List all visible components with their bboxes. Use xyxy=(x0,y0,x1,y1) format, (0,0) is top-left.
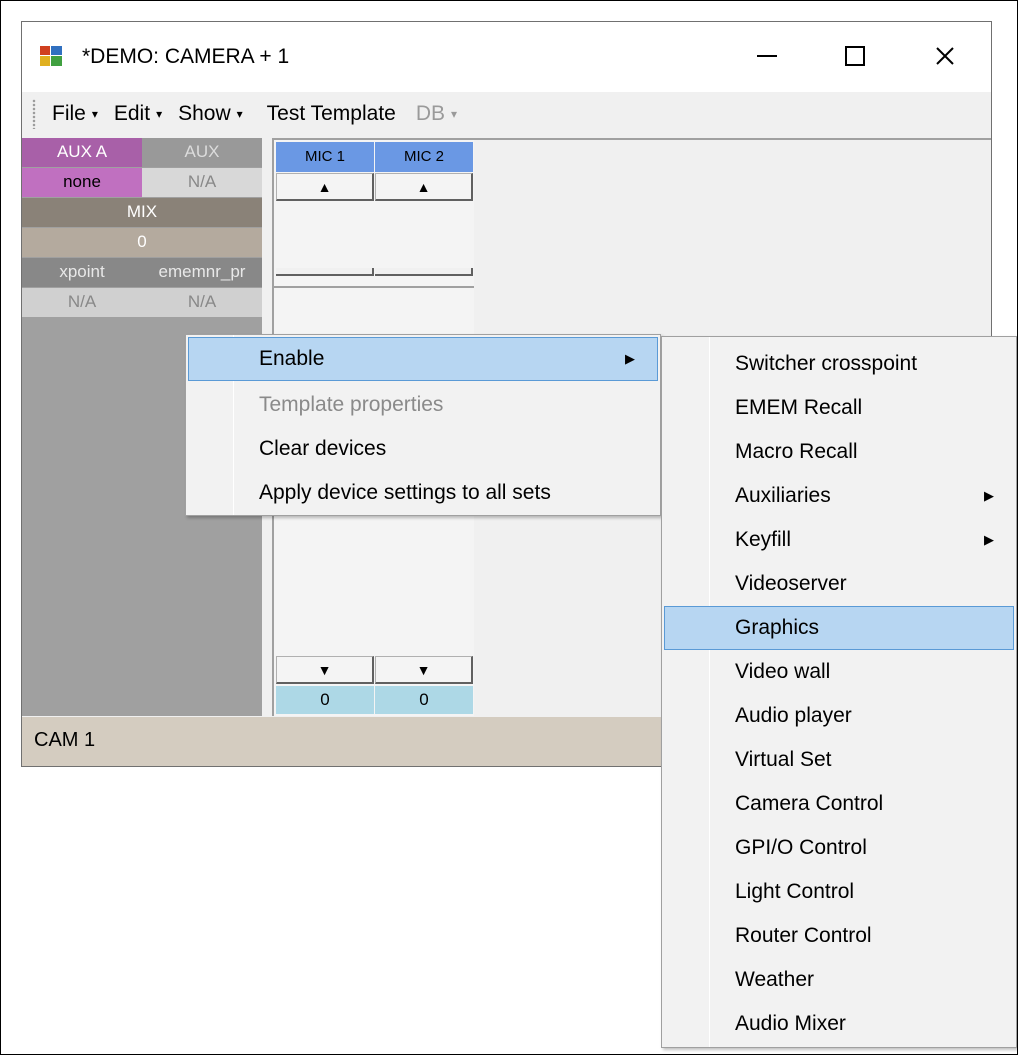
enable-submenu: Switcher crosspoint EMEM Recall Macro Re… xyxy=(661,336,1017,1048)
arrow-up-icon: ▲ xyxy=(416,178,431,195)
mic-2-header[interactable]: MIC 2 xyxy=(375,142,473,172)
chevron-down-icon: ▾ xyxy=(91,107,98,121)
submenu-item-audio-mixer[interactable]: Audio Mixer xyxy=(664,1002,1014,1046)
mix-value[interactable]: 0 xyxy=(22,228,262,257)
xpoint-value[interactable]: N/A xyxy=(22,288,142,317)
title-bar[interactable]: *DEMO: CAMERA + 1 xyxy=(22,22,991,92)
aux-a-value[interactable]: none xyxy=(22,168,142,197)
submenu-item-audio-player[interactable]: Audio player xyxy=(664,694,1014,738)
submenu-item-auxiliaries[interactable]: Auxiliaries ▶ xyxy=(664,474,1014,518)
mic-1-up-button[interactable]: ▲ xyxy=(276,173,374,201)
mic-2-fader-track[interactable] xyxy=(375,268,473,276)
mic-2-up-button[interactable]: ▲ xyxy=(375,173,473,201)
submenu-item-virtual-set[interactable]: Virtual Set xyxy=(664,738,1014,782)
close-button[interactable] xyxy=(922,36,968,76)
menu-file[interactable]: File ▾ xyxy=(44,102,106,126)
status-text: CAM 1 xyxy=(34,729,96,751)
submenu-item-emem-recall[interactable]: EMEM Recall xyxy=(664,386,1014,430)
minimize-icon xyxy=(757,55,777,57)
submenu-item-gpio-control[interactable]: GPI/O Control xyxy=(664,826,1014,870)
submenu-item-router-control[interactable]: Router Control xyxy=(664,914,1014,958)
submenu-arrow-icon: ▶ xyxy=(625,351,635,366)
menu-item-template-properties: Template properties xyxy=(259,393,444,416)
mic-2-down-button[interactable]: ▼ xyxy=(375,656,473,684)
submenu-item-macro-recall[interactable]: Macro Recall xyxy=(664,430,1014,474)
menu-item-apply-device-settings[interactable]: Apply device settings to all sets xyxy=(188,471,658,515)
app-icon[interactable] xyxy=(40,46,62,66)
mic-1-down-button[interactable]: ▼ xyxy=(276,656,374,684)
arrow-up-icon: ▲ xyxy=(317,178,332,195)
mic-1-value: 0 xyxy=(276,686,374,714)
menu-test-template[interactable]: Test Template xyxy=(259,102,404,126)
menu-edit[interactable]: Edit ▾ xyxy=(106,102,170,126)
aux-a-header[interactable]: AUX A xyxy=(22,138,142,167)
ememnr-value[interactable]: N/A xyxy=(142,288,262,317)
aux-header[interactable]: AUX xyxy=(142,138,262,167)
screen-frame: *DEMO: CAMERA + 1 File ▾ Edit ▾ Show ▾ Test… xyxy=(0,0,1018,1055)
maximize-icon xyxy=(845,46,865,66)
submenu-item-weather[interactable]: Weather xyxy=(664,958,1014,1002)
minimize-button[interactable] xyxy=(744,36,790,76)
maximize-button[interactable] xyxy=(832,36,878,76)
window-title: *DEMO: CAMERA + 1 xyxy=(82,45,290,68)
mic-2-value: 0 xyxy=(375,686,473,714)
ememnr-header[interactable]: ememnr_pr xyxy=(142,258,262,287)
submenu-arrow-icon: ▶ xyxy=(984,532,994,547)
menu-show[interactable]: Show ▾ xyxy=(170,102,251,126)
submenu-item-light-control[interactable]: Light Control xyxy=(664,870,1014,914)
chevron-down-icon: ▾ xyxy=(451,107,458,121)
submenu-arrow-icon: ▶ xyxy=(984,488,994,503)
chevron-down-icon: ▾ xyxy=(236,107,243,121)
menu-item-enable[interactable]: Enable ▶ xyxy=(188,337,658,381)
mic-1-fader-track[interactable] xyxy=(276,268,374,276)
menu-bar: File ▾ Edit ▾ Show ▾ Test Template DB ▾ xyxy=(22,92,991,136)
aux-value[interactable]: N/A xyxy=(142,168,262,197)
mix-header[interactable]: MIX xyxy=(22,198,262,227)
submenu-item-videoserver[interactable]: Videoserver xyxy=(664,562,1014,606)
arrow-down-icon: ▼ xyxy=(416,661,431,678)
submenu-item-camera-control[interactable]: Camera Control xyxy=(664,782,1014,826)
xpoint-header[interactable]: xpoint xyxy=(22,258,142,287)
arrow-down-icon: ▼ xyxy=(317,661,332,678)
submenu-item-graphics[interactable]: Graphics xyxy=(664,606,1014,650)
menu-db: DB ▾ xyxy=(415,102,458,125)
toolbar-grip[interactable] xyxy=(32,99,36,129)
close-icon xyxy=(936,47,954,65)
menu-item-clear-devices[interactable]: Clear devices xyxy=(188,427,658,471)
context-menu: Enable ▶ Template properties Clear devic… xyxy=(185,334,661,516)
divider xyxy=(274,286,474,288)
submenu-item-keyfill[interactable]: Keyfill ▶ xyxy=(664,518,1014,562)
mic-1-header[interactable]: MIC 1 xyxy=(276,142,374,172)
submenu-item-video-wall[interactable]: Video wall xyxy=(664,650,1014,694)
chevron-down-icon: ▾ xyxy=(156,107,163,121)
submenu-item-switcher-crosspoint[interactable]: Switcher crosspoint xyxy=(664,342,1014,386)
